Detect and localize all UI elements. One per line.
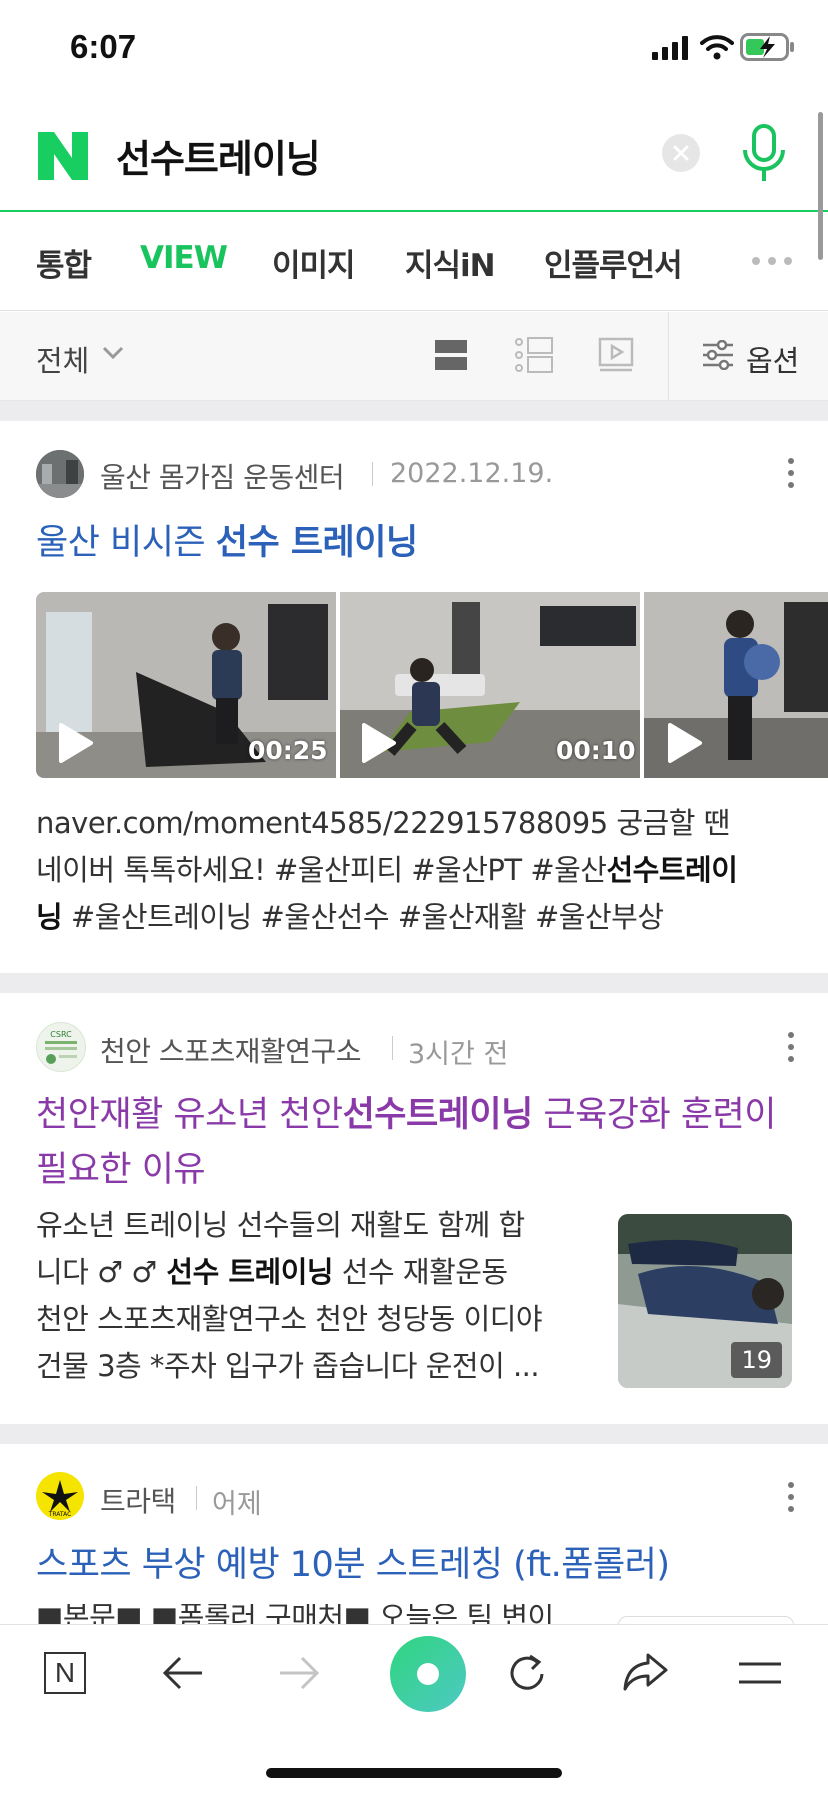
status-bar: 6:07 — [0, 0, 828, 100]
result-date: 2022.12.19. — [390, 458, 554, 489]
tab-all[interactable]: 통합 — [36, 240, 92, 285]
refresh-icon[interactable] — [506, 1652, 548, 1694]
scope-dropdown[interactable]: 전체 — [36, 338, 89, 380]
options-slider-icon[interactable] — [702, 340, 734, 370]
result-thumbnail[interactable]: 19 — [618, 1214, 792, 1388]
options-button[interactable]: 옵션 — [746, 338, 799, 380]
status-time: 6:07 — [70, 28, 137, 65]
play-icon[interactable] — [358, 723, 398, 763]
back-arrow-icon[interactable] — [162, 1654, 204, 1692]
play-icon[interactable] — [55, 723, 95, 763]
green-dot-button[interactable] — [382, 1628, 474, 1720]
image-count-badge: 19 — [731, 1342, 782, 1378]
divider — [372, 462, 373, 486]
avatar[interactable] — [36, 450, 84, 498]
tab-view[interactable]: VIEW — [140, 240, 228, 276]
result-date: 3시간 전 — [408, 1039, 509, 1070]
tab-knowledge-in[interactable]: 지식iN — [405, 240, 496, 285]
battery-charging-icon — [740, 33, 794, 61]
video-duration: 00:10 — [556, 736, 636, 765]
result-author[interactable]: 천안 스포츠재활연구소 — [100, 1030, 362, 1070]
divider — [392, 1036, 393, 1060]
result-description: naver.com/moment4585/222915788095 궁금할 땐 … — [36, 806, 738, 934]
more-options-icon[interactable] — [788, 1482, 794, 1518]
result-description: 유소년 트레이닝 선수들의 재활도 함께 합 니다 ♂ ♂ 선수 트레이닝 선수… — [36, 1208, 543, 1383]
result-description: ■본문■ ■폼롤러 구매처■ 오늘은 팀 변이 — [36, 1604, 554, 1624]
naver-home-button[interactable]: N — [44, 1652, 86, 1694]
naver-logo-icon[interactable] — [38, 132, 88, 180]
tab-influencer[interactable]: 인플루언서 — [544, 240, 683, 285]
close-icon — [673, 145, 689, 161]
result-author[interactable]: 트라택 — [100, 1480, 176, 1520]
result-author[interactable]: 울산 몸가짐 운동센터 — [100, 456, 345, 496]
filter-divider — [668, 312, 669, 400]
section-gap — [0, 1424, 828, 1444]
svg-text:TRATAC: TRATAC — [48, 1511, 72, 1518]
video-view-icon[interactable] — [598, 337, 634, 373]
video-duration: 00:25 — [248, 736, 328, 765]
wifi-icon — [700, 35, 734, 60]
result-date: 어제 — [212, 1489, 262, 1520]
chevron-down-icon[interactable] — [102, 345, 124, 361]
microphone-icon[interactable] — [740, 124, 788, 184]
section-gap — [0, 401, 828, 421]
clear-search-button[interactable] — [662, 134, 700, 172]
cellular-signal-icon — [652, 36, 688, 60]
section-gap — [0, 973, 828, 993]
home-indicator — [266, 1768, 562, 1778]
tab-images[interactable]: 이미지 — [272, 240, 356, 285]
more-options-icon[interactable] — [788, 1032, 794, 1068]
search-input[interactable]: 선수트레이닝 — [116, 128, 321, 183]
divider — [196, 1486, 197, 1510]
share-icon[interactable] — [622, 1652, 668, 1692]
avatar[interactable]: CSRC — [36, 1022, 86, 1072]
forward-arrow-icon[interactable] — [278, 1654, 320, 1692]
menu-icon[interactable] — [738, 1660, 782, 1686]
more-options-icon[interactable] — [788, 458, 794, 494]
result-title[interactable]: 울산 비시즌 선수 트레이닝 — [36, 516, 418, 571]
list-view-icon[interactable] — [434, 338, 468, 372]
svg-text:CSRC: CSRC — [50, 1030, 72, 1039]
play-icon[interactable] — [664, 723, 704, 763]
avatar[interactable]: TRATAC — [36, 1472, 84, 1520]
result-title[interactable]: 천안재활 유소년 천안선수트레이닝 근육강화 훈련이 필요한 이유 — [36, 1088, 796, 1198]
card-view-icon[interactable] — [514, 336, 554, 374]
result-title[interactable]: 스포츠 부상 예방 10분 스트레칭 (ft.폼롤러) — [36, 1538, 670, 1593]
more-tabs-button[interactable] — [752, 250, 800, 269]
